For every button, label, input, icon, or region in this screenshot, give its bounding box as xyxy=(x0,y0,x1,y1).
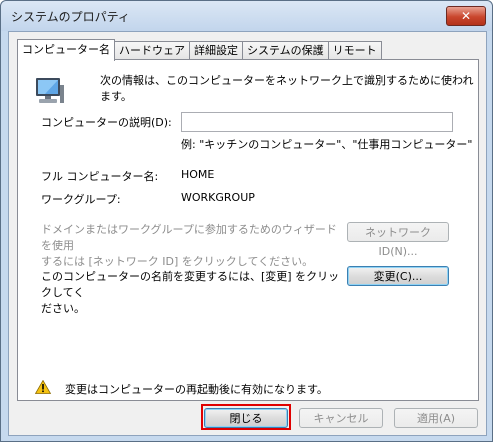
change-button[interactable]: 変更(C)... xyxy=(347,266,449,286)
rename-text-line: ださい。 xyxy=(41,302,85,315)
restart-notice: 変更はコンピューターの再起動後に有効になります。 xyxy=(65,383,328,396)
apply-button[interactable]: 適用(A) xyxy=(394,408,478,428)
rename-text-line: このコンピューターの名前を変更するには、[変更] をクリックしてく xyxy=(41,270,340,299)
tab-strip: コンピューター名 ハードウェア 詳細設定 システムの保護 リモート xyxy=(17,38,382,61)
tab-hardware[interactable]: ハードウェア xyxy=(114,41,190,60)
wizard-description: ドメインまたはワークグループに参加するためのウィザードを使用 するには [ネット… xyxy=(41,221,341,269)
full-name-label: フル コンピューター名: xyxy=(41,170,159,183)
wizard-text-line: するには [ネットワーク ID] をクリックしてください。 xyxy=(41,255,314,268)
rename-description: このコンピューターの名前を変更するには、[変更] をクリックしてく ださい。 xyxy=(41,268,341,316)
computer-icon xyxy=(33,75,65,107)
title-bar[interactable]: システムのプロパティ ✕ xyxy=(1,1,492,31)
workgroup-value: WORKGROUP xyxy=(181,191,255,204)
close-button-highlight xyxy=(201,404,291,430)
intro-text: 次の情報は、このコンピューターをネットワーク上で識別するために使われます。 xyxy=(100,74,474,103)
warning-icon xyxy=(34,379,52,394)
tab-system-protection[interactable]: システムの保護 xyxy=(242,41,329,60)
window-title: システムのプロパティ xyxy=(11,10,130,24)
computer-name-panel: 次の情報は、このコンピューターをネットワーク上で識別するために使われます。 コン… xyxy=(17,59,479,401)
tab-computer-name[interactable]: コンピューター名 xyxy=(17,39,115,61)
network-id-button[interactable]: ネットワーク ID(N)... xyxy=(347,222,449,258)
dialog-client-area: コンピューター名 ハードウェア 詳細設定 システムの保護 リモート 次の情報は、… xyxy=(8,31,487,436)
system-properties-window: システムのプロパティ ✕ コンピューター名 ハードウェア 詳細設定 システムの保… xyxy=(0,0,493,442)
description-example: 例: "キッチンのコンピューター"、"仕事用コンピューター" xyxy=(181,138,473,151)
workgroup-label: ワークグループ: xyxy=(41,193,121,206)
full-name-value: HOME xyxy=(181,168,215,181)
cancel-button[interactable]: キャンセル xyxy=(299,408,383,428)
close-window-button[interactable]: ✕ xyxy=(446,6,486,26)
tab-remote[interactable]: リモート xyxy=(327,41,382,60)
close-icon: ✕ xyxy=(460,9,472,23)
description-label: コンピューターの説明(D): xyxy=(41,116,172,129)
computer-description-input[interactable] xyxy=(181,112,453,132)
wizard-text-line: ドメインまたはワークグループに参加するためのウィザードを使用 xyxy=(41,223,337,252)
tab-advanced[interactable]: 詳細設定 xyxy=(189,41,243,60)
